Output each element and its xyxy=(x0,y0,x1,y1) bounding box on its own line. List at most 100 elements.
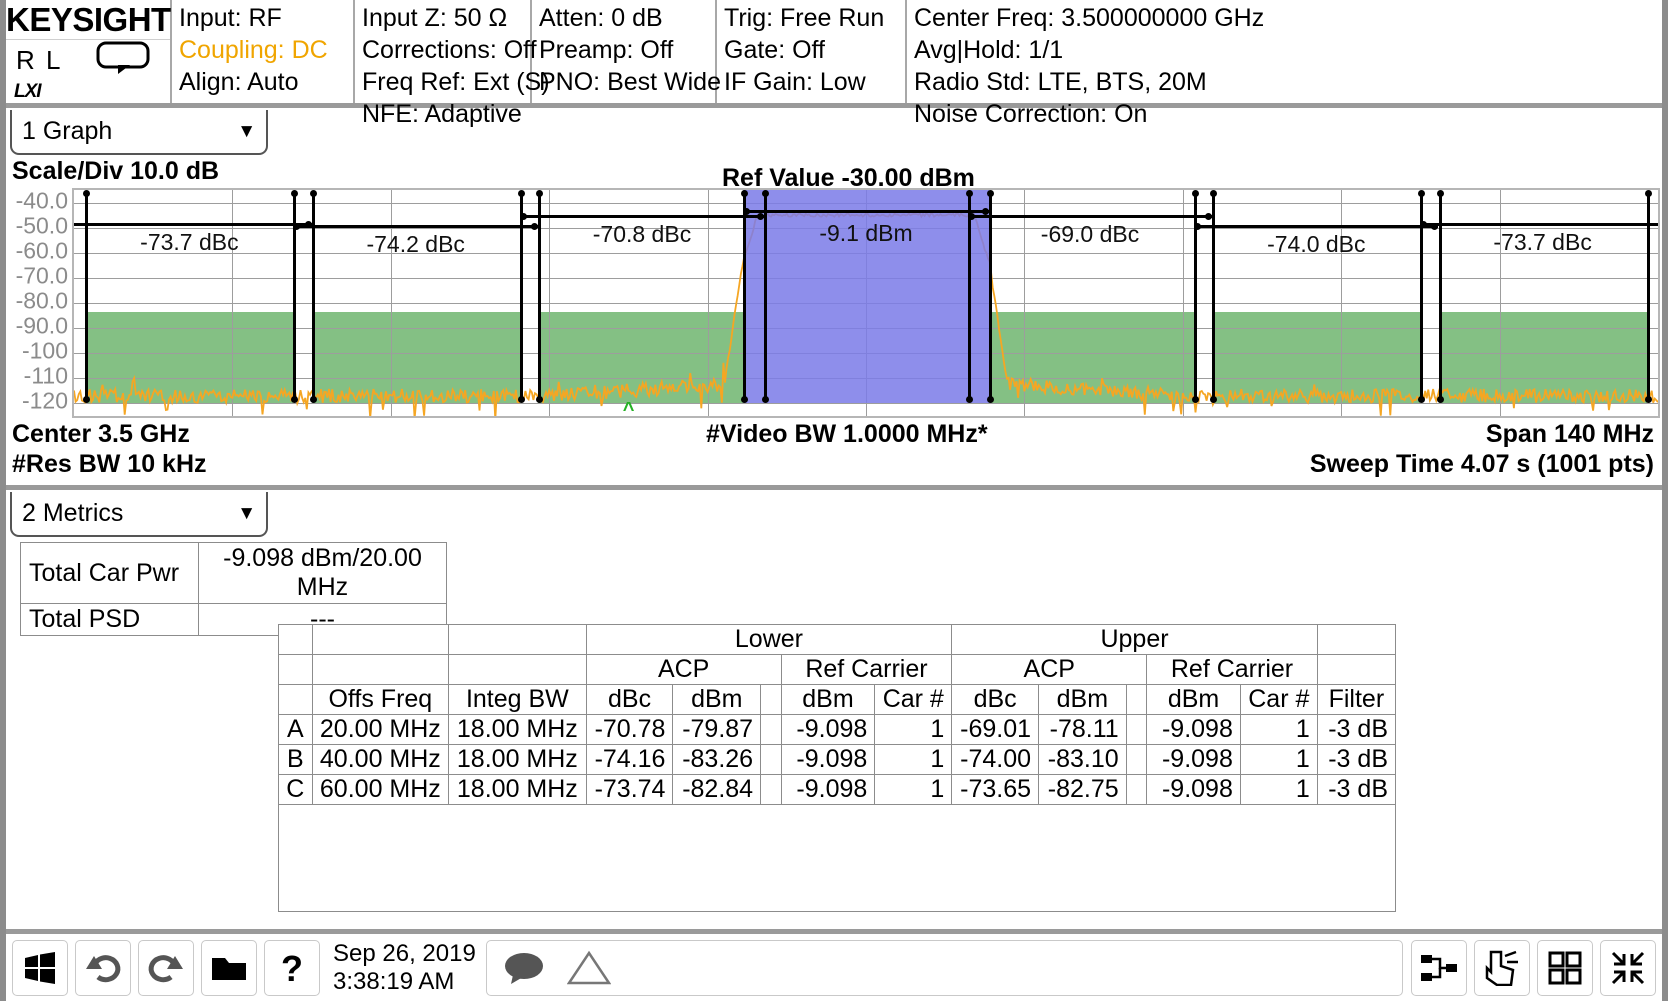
warning-triangle-icon[interactable] xyxy=(567,950,611,986)
acp-sub-upper-acp: ACP xyxy=(952,655,1147,685)
acp-blank-ibw-2 xyxy=(449,655,587,685)
acp-sub-lower-acp: ACP xyxy=(586,655,781,685)
acp-col-lower-acp-dbc: dBc xyxy=(586,685,673,715)
four-squares-icon xyxy=(1548,951,1582,985)
limit-mask-band xyxy=(85,312,293,404)
horizontal-gridline xyxy=(74,403,1658,404)
offset-span-arrow xyxy=(72,223,312,226)
offset-span-arrow xyxy=(1420,223,1660,226)
taskbar-notification-area[interactable] xyxy=(486,940,1403,996)
acp-cell-upper_acp_dbm: -82.75 xyxy=(1039,775,1127,805)
acp-cell-gap xyxy=(761,775,782,805)
metrics-panel-tab-row: 2 Metrics ▼ xyxy=(6,490,1662,538)
status-align: Align: Auto xyxy=(179,66,346,98)
acp-cell-offs_freq: 60.00 MHz xyxy=(312,775,448,805)
acp-cell-lower_acp_dbc: -74.16 xyxy=(586,745,673,775)
graph-panel-tab[interactable]: 1 Graph ▼ xyxy=(10,110,268,155)
acp-col-lower-acp-dbm: dBm xyxy=(673,685,761,715)
offset-dbc-label: -70.8 dBc xyxy=(593,221,691,248)
acp-cell-lower_acp_dbm: -82.84 xyxy=(673,775,761,805)
acp-cell-upper_ref_dbm: -9.098 xyxy=(1147,715,1241,745)
acp-col-offs-freq: Offs Freq xyxy=(312,685,448,715)
acp-cell-upper_acp_dbc: -73.65 xyxy=(952,775,1039,805)
spectrum-plot[interactable]: -73.7 dBc-74.2 dBc-70.8 dBc-69.0 dBc-74.… xyxy=(72,188,1660,418)
status-gate: Gate: Off xyxy=(724,34,898,66)
acp-results-table: Lower Upper ACP Ref Carrier ACP Ref Carr… xyxy=(279,625,1395,834)
acp-cell-index: C xyxy=(279,775,312,805)
tile-windows-button[interactable] xyxy=(1537,940,1593,996)
acp-col-lower-car: Car # xyxy=(875,685,952,715)
acp-cell-lower_car: 1 xyxy=(875,715,952,745)
status-preamp: Preamp: Off xyxy=(539,34,708,66)
offset-dbc-label: -74.0 dBc xyxy=(1267,231,1365,258)
y-axis-tick-label: -120 xyxy=(22,388,68,415)
chevron-down-icon[interactable]: ▼ xyxy=(237,121,256,143)
acp-cell-integ_bw: 18.00 MHz xyxy=(449,745,587,775)
acp-cell-upper_ref_dbm: -9.098 xyxy=(1147,775,1241,805)
fullscreen-button[interactable] xyxy=(1600,940,1656,996)
acp-cell-index: B xyxy=(279,745,312,775)
limit-mask-band xyxy=(1439,312,1647,404)
redo-button[interactable] xyxy=(138,940,194,996)
folder-button[interactable] xyxy=(201,940,257,996)
acp-cell-integ_bw: 18.00 MHz xyxy=(449,775,587,805)
undo-arrow-icon xyxy=(84,951,122,985)
status-radio-std: Radio Std: LTE, BTS, 20M xyxy=(914,66,1655,98)
acp-col-integ-bw: Integ BW xyxy=(449,685,587,715)
help-button[interactable]: ? xyxy=(264,940,320,996)
status-pno: PNO: Best Wide xyxy=(539,66,708,98)
keysight-logo-cell: KEYSIGHT R L LXI xyxy=(6,0,172,103)
acp-cell-lower_acp_dbc: -70.78 xyxy=(586,715,673,745)
status-corrections: Corrections: Off xyxy=(362,34,523,66)
acp-table-filler xyxy=(279,805,1395,834)
y-axis-tick-label: -100 xyxy=(22,338,68,365)
network-nodes-icon xyxy=(1420,953,1458,983)
acp-column-header-row: Offs Freq Integ BW dBc dBm dBm Car # dBc… xyxy=(279,685,1395,715)
network-button[interactable] xyxy=(1411,940,1467,996)
offset-region-marker xyxy=(743,192,746,401)
acp-cell-index: A xyxy=(279,715,312,745)
acp-cell-gap xyxy=(761,745,782,775)
status-trig: Trig: Free Run xyxy=(724,2,898,34)
table-row[interactable]: C60.00 MHz18.00 MHz-73.74-82.84-9.0981-7… xyxy=(279,775,1395,805)
message-bubble-icon[interactable] xyxy=(503,951,549,985)
offset-span-arrow xyxy=(1194,225,1438,228)
offset-span-arrow xyxy=(968,215,1212,218)
acp-col-upper-acp-dbc: dBc xyxy=(952,685,1039,715)
windows-start-button[interactable] xyxy=(12,940,68,996)
acp-cell-lower_ref_dbm: -9.098 xyxy=(781,775,875,805)
message-bubble-icon[interactable] xyxy=(96,41,150,80)
acp-cell-lower_acp_dbm: -83.26 xyxy=(673,745,761,775)
collapse-arrows-icon xyxy=(1611,951,1645,985)
metrics-panel-tab[interactable]: 2 Metrics ▼ xyxy=(10,492,268,537)
table-row[interactable]: B40.00 MHz18.00 MHz-74.16-83.26-9.0981-7… xyxy=(279,745,1395,775)
acp-cell-lower_acp_dbc: -73.74 xyxy=(586,775,673,805)
acp-blank-corner xyxy=(279,625,312,655)
footer-video-bw: #Video BW 1.0000 MHz* xyxy=(706,420,988,449)
acp-group-lower: Lower xyxy=(586,625,952,655)
table-row[interactable]: A20.00 MHz18.00 MHz-70.78-79.87-9.0981-6… xyxy=(279,715,1395,745)
acp-cell-lower_acp_dbm: -79.87 xyxy=(673,715,761,745)
acp-cell-lower_ref_dbm: -9.098 xyxy=(781,715,875,745)
acp-cell-upper_acp_dbm: -83.10 xyxy=(1039,745,1127,775)
acp-blank-filter-top xyxy=(1317,625,1395,655)
y-axis-tick-label: -110 xyxy=(24,363,68,390)
acp-filler-cell xyxy=(279,805,1395,834)
total-car-pwr-label: Total Car Pwr xyxy=(21,543,199,604)
y-axis-tick-label: -60.0 xyxy=(16,237,68,264)
status-col-frequency: Center Freq: 3.500000000 GHz Avg|Hold: 1… xyxy=(907,0,1662,103)
status-center-freq: Center Freq: 3.500000000 GHz xyxy=(914,2,1655,34)
footer-span: Span 140 MHz xyxy=(1486,420,1654,449)
svg-text:?: ? xyxy=(281,950,303,986)
offset-region-marker xyxy=(1212,192,1215,401)
acp-sub-upper-ref: Ref Carrier xyxy=(1147,655,1318,685)
carrier-span-arrow xyxy=(743,210,990,213)
redo-arrow-icon xyxy=(147,951,185,985)
acp-cell-integ_bw: 18.00 MHz xyxy=(449,715,587,745)
pointer-button[interactable] xyxy=(1474,940,1530,996)
acp-cell-upper_acp_dbc: -74.00 xyxy=(952,745,1039,775)
spectrum-plot-area: -40.0-50.0-60.0-70.0-80.0-90.0-100-110-1… xyxy=(6,188,1662,418)
undo-button[interactable] xyxy=(75,940,131,996)
table-row: Total Car Pwr -9.098 dBm/20.00 MHz xyxy=(21,543,447,604)
chevron-down-icon[interactable]: ▼ xyxy=(237,503,256,525)
